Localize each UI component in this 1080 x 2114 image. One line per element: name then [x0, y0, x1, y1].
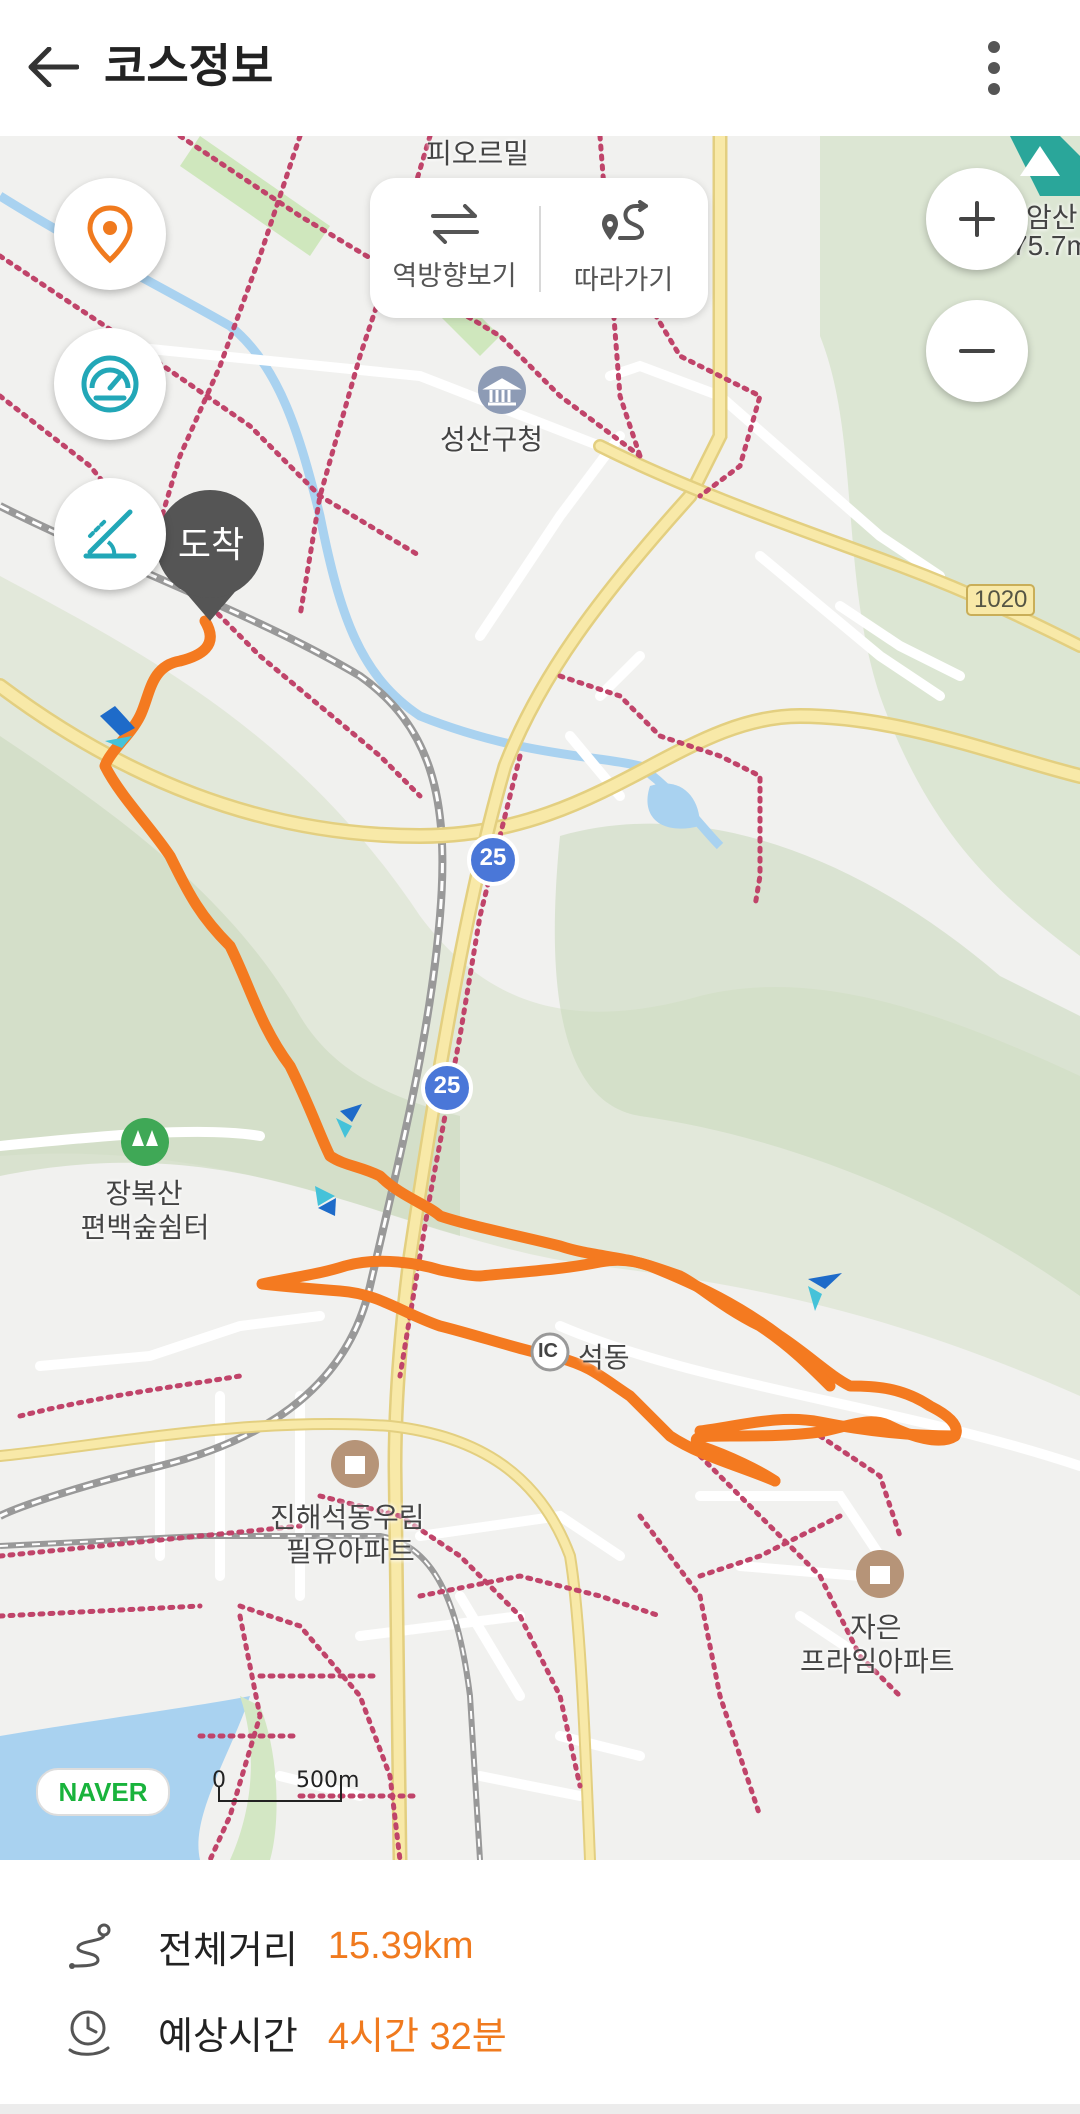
total-distance-value: 15.39km: [327, 1924, 474, 1967]
follow-route-icon: [601, 199, 648, 240]
swap-arrows-icon: [430, 203, 479, 244]
elevation-button[interactable]: [54, 478, 166, 590]
office-label: 성산구청: [440, 424, 544, 455]
clock-route-icon: [68, 2010, 110, 2056]
route-distance-icon: [69, 1923, 111, 1969]
direction-divider: [539, 206, 541, 292]
direction-panel: 역방향보기 따라가기: [370, 178, 708, 318]
estimated-time-label: 예상시간: [158, 2015, 298, 2058]
minus-icon: [959, 349, 995, 353]
apartment2-label-line2: 프라임아파트: [800, 1646, 955, 1677]
estimated-time-row: 예상시간 4시간 32분: [64, 2002, 507, 2062]
back-button[interactable]: [22, 36, 84, 98]
estimated-time-value: 4시간 32분: [327, 2015, 507, 2058]
reverse-direction-label: 역방향보기: [392, 260, 517, 291]
total-distance-row: 전체거리 15.39km: [64, 1916, 474, 1976]
page-title: 코스정보: [104, 39, 274, 93]
app-bar: 코스정보: [0, 0, 1080, 136]
road-shield-25-b-label: 25: [433, 1072, 461, 1099]
scale-bar: [218, 1786, 342, 1802]
follow-button[interactable]: 따라가기: [539, 178, 708, 318]
seokdong-label: 석동: [578, 1342, 630, 1373]
zoom-in-button[interactable]: [926, 168, 1028, 270]
road-number-1020: 1020: [966, 584, 1036, 616]
reverse-direction-button[interactable]: 역방향보기: [370, 178, 539, 318]
apartment-label-line2: 필유아파트: [286, 1536, 415, 1567]
elevation-icon: [83, 509, 137, 559]
more-options-button[interactable]: [964, 34, 1024, 102]
location-pin-icon: [87, 205, 133, 264]
zoom-out-button[interactable]: [926, 300, 1028, 402]
forest-label-line2: 편백숲쉼터: [80, 1212, 210, 1243]
follow-label: 따라가기: [573, 264, 674, 295]
back-arrow-icon: [28, 47, 79, 87]
ic-label: IC: [538, 1340, 558, 1362]
map-view[interactable]: 도착 25 25 성산구청 1020 장복산 편백숲쉼터 IC 석동 진해석동우…: [0, 136, 1080, 1860]
speed-button[interactable]: [54, 328, 166, 440]
plus-icon: [959, 201, 995, 237]
arrival-label: 도착: [177, 524, 245, 565]
forest-icon: [121, 1118, 169, 1166]
my-location-button[interactable]: [54, 178, 166, 290]
more-vert-icon: [988, 41, 1000, 95]
top-partial-label-1: 피오르밀: [426, 138, 530, 169]
total-distance-label: 전체거리: [158, 1929, 298, 1972]
naver-logo[interactable]: NAVER: [36, 1768, 170, 1816]
road-shield-25-a-label: 25: [479, 844, 507, 871]
speedometer-icon: [81, 355, 139, 413]
bottom-edge: [0, 2104, 1080, 2114]
map-scale: 0 500m: [212, 1768, 359, 1802]
course-info-panel: 전체거리 15.39km 예상시간 4시간 32분: [0, 1860, 1080, 2114]
